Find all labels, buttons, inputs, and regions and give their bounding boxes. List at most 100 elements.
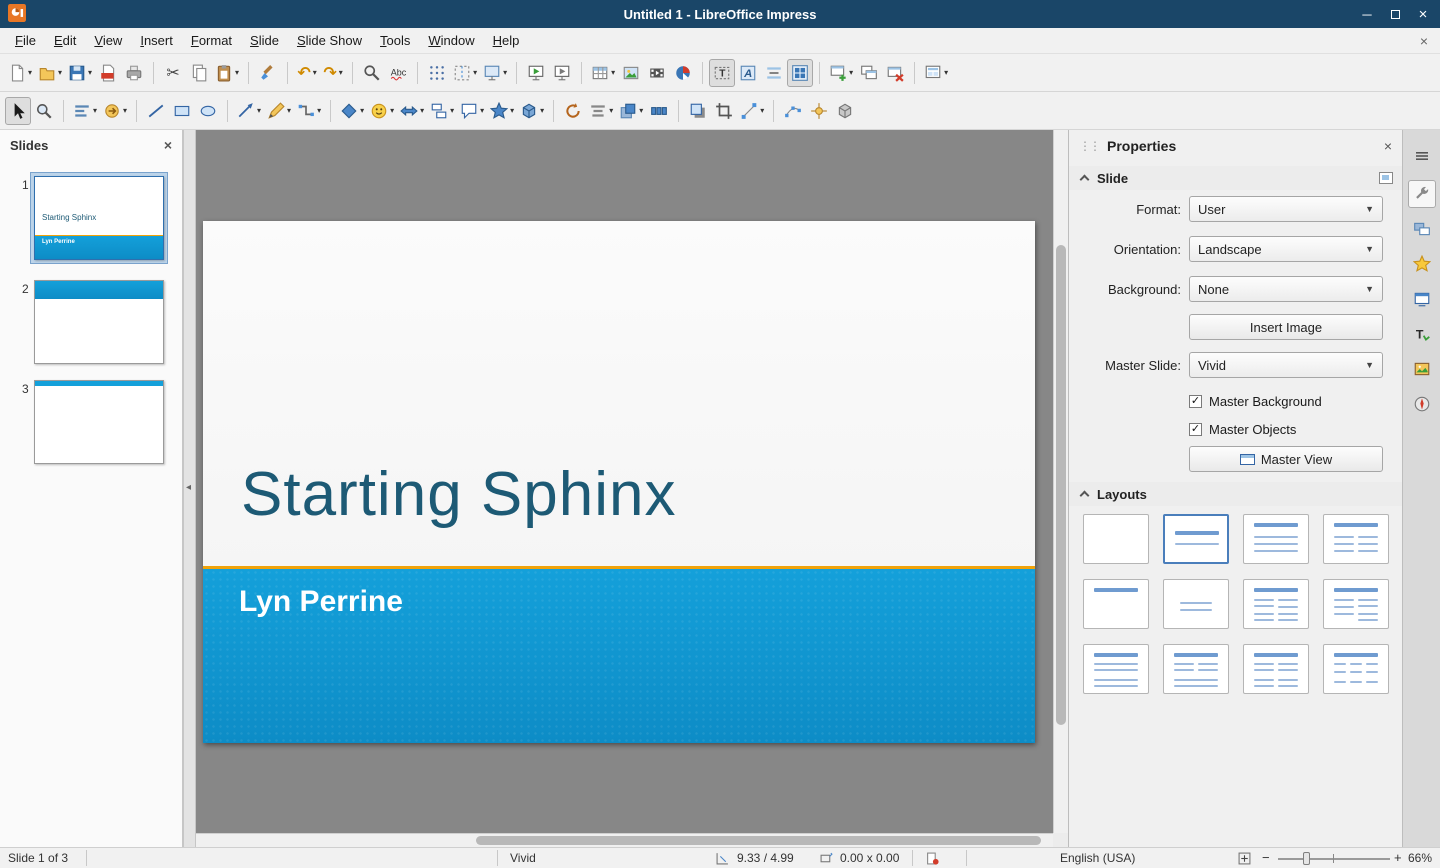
transformations-icon[interactable]: ▾ — [737, 97, 767, 125]
slide-thumbnail-3[interactable] — [34, 380, 164, 464]
distribution-icon[interactable] — [646, 97, 672, 125]
minimize-icon[interactable]: ─ — [1360, 7, 1374, 22]
chevron-down-icon[interactable]: ▼ — [1365, 284, 1374, 294]
master-objects-checkbox[interactable]: ✓ — [1189, 423, 1202, 436]
display-views-dropdown-icon[interactable]: ▾ — [503, 68, 507, 77]
menu-view[interactable]: View — [85, 29, 131, 52]
flowchart-icon[interactable]: ▾ — [427, 97, 457, 125]
orientation-dropdown[interactable]: Landscape ▼ — [1189, 236, 1383, 262]
menu-format[interactable]: Format — [182, 29, 241, 52]
edit-points-icon[interactable] — [780, 97, 806, 125]
glue-points-icon[interactable] — [806, 97, 832, 125]
styles-tab-icon[interactable]: T — [1408, 320, 1436, 348]
menu-help[interactable]: Help — [484, 29, 529, 52]
open-dropdown-icon[interactable]: ▾ — [58, 68, 62, 77]
sidebar-settings-icon[interactable] — [1408, 142, 1436, 170]
background-dropdown[interactable]: None ▼ — [1189, 276, 1383, 302]
crop-image-icon[interactable] — [711, 97, 737, 125]
insert-audio-video-icon[interactable] — [644, 59, 670, 87]
slide-subtitle-text[interactable]: Lyn Perrine — [239, 585, 1035, 619]
stars-dropdown-icon[interactable]: ▾ — [510, 106, 514, 115]
master-slides-tab-icon[interactable] — [1408, 285, 1436, 313]
undo-dropdown-icon[interactable]: ▾ — [313, 68, 317, 77]
display-grid-icon[interactable] — [424, 59, 450, 87]
lines-and-arrows-dropdown-icon[interactable]: ▾ — [257, 106, 261, 115]
callouts-dropdown-icon[interactable]: ▾ — [480, 106, 484, 115]
transformations-dropdown-icon[interactable]: ▾ — [760, 106, 764, 115]
zoom-slider-track[interactable] — [1278, 858, 1390, 860]
align-objects-dropdown-icon[interactable]: ▾ — [93, 106, 97, 115]
slide-section-header[interactable]: Slide — [1069, 166, 1403, 190]
master-slide-dropdown[interactable]: Vivid ▼ — [1189, 352, 1383, 378]
export-pdf-icon[interactable] — [95, 59, 121, 87]
master-slide-name[interactable]: Vivid — [510, 851, 536, 865]
new-slide-icon[interactable]: ▾ — [826, 59, 856, 87]
properties-close-icon[interactable]: × — [1384, 138, 1392, 154]
new-slide-dropdown-icon[interactable]: ▾ — [849, 68, 853, 77]
master-background-checkbox[interactable]: ✓ — [1189, 395, 1202, 408]
select-icon[interactable] — [5, 97, 31, 125]
fit-slide-icon[interactable] — [1238, 852, 1251, 868]
undo-icon[interactable]: ↶▾ — [294, 59, 320, 87]
layout-tile-title-2-content[interactable] — [1323, 514, 1389, 564]
splitter-collapse-icon[interactable]: ◂ — [186, 482, 191, 493]
snap-guides-icon[interactable]: ▾ — [450, 59, 480, 87]
paste-icon[interactable]: ▾ — [212, 59, 242, 87]
navigator-tab-icon[interactable] — [1408, 390, 1436, 418]
new-icon[interactable]: ▾ — [5, 59, 35, 87]
duplicate-slide-icon[interactable] — [856, 59, 882, 87]
insert-fontwork-icon[interactable]: A — [735, 59, 761, 87]
3d-objects-dropdown-icon[interactable]: ▾ — [540, 106, 544, 115]
3d-objects-icon[interactable]: ▾ — [517, 97, 547, 125]
vertical-scrollbar-thumb[interactable] — [1056, 245, 1066, 725]
block-arrows-icon[interactable]: ▾ — [397, 97, 427, 125]
curves-and-polygons-icon[interactable]: ▾ — [264, 97, 294, 125]
spelling-icon[interactable]: Abc — [385, 59, 411, 87]
paste-dropdown-icon[interactable]: ▾ — [235, 68, 239, 77]
menu-tools[interactable]: Tools — [371, 29, 419, 52]
layout-tile-2-content-and-content[interactable] — [1243, 579, 1309, 629]
slide-title-text[interactable]: Starting Sphinx — [241, 459, 676, 530]
layout-tile-title-only[interactable] — [1083, 579, 1149, 629]
align-dropdown-icon[interactable]: ▾ — [609, 106, 613, 115]
menu-file[interactable]: File — [6, 29, 45, 52]
align-objects-icon[interactable]: ▾ — [70, 97, 100, 125]
maximize-icon[interactable] — [1388, 7, 1402, 22]
layout-tile-6-content[interactable] — [1323, 644, 1389, 694]
stars-and-banners-icon[interactable]: ▾ — [487, 97, 517, 125]
panel-splitter[interactable]: ◂ — [183, 130, 196, 847]
symbol-shapes-icon[interactable]: ▾ — [367, 97, 397, 125]
close-document-icon[interactable]: × — [1420, 33, 1428, 49]
connectors-icon[interactable]: ▾ — [294, 97, 324, 125]
more-options-icon[interactable] — [1379, 172, 1393, 184]
redo-dropdown-icon[interactable]: ▾ — [339, 68, 343, 77]
save-icon[interactable]: ▾ — [65, 59, 95, 87]
layout-tile-2-content-over-content[interactable] — [1163, 644, 1229, 694]
align-icon[interactable]: ▾ — [586, 97, 616, 125]
insert-image-button[interactable]: Insert Image — [1189, 314, 1383, 340]
panel-grip-icon[interactable]: ⋮⋮ — [1079, 139, 1099, 153]
display-views-icon[interactable]: ▾ — [480, 59, 510, 87]
callout-shapes-icon[interactable]: ▾ — [457, 97, 487, 125]
open-icon[interactable]: ▾ — [35, 59, 65, 87]
insert-line-icon[interactable] — [143, 97, 169, 125]
language-status[interactable]: English (USA) — [1060, 851, 1135, 865]
layout-tile-4-content[interactable] — [1243, 644, 1309, 694]
basic-shapes-dropdown-icon[interactable]: ▾ — [360, 106, 364, 115]
layout-tile-content-and-2-content[interactable] — [1323, 579, 1389, 629]
delete-slide-icon[interactable] — [882, 59, 908, 87]
slide-subtitle-band[interactable]: Lyn Perrine — [203, 569, 1035, 743]
ellipse-icon[interactable] — [195, 97, 221, 125]
copy-icon[interactable] — [186, 59, 212, 87]
menu-slide[interactable]: Slide — [241, 29, 288, 52]
menu-window[interactable]: Window — [419, 29, 483, 52]
insert-table-icon[interactable]: ▾ — [588, 59, 618, 87]
redo-icon[interactable]: ↷▾ — [320, 59, 346, 87]
layout-tile-title-slide[interactable] — [1163, 514, 1229, 564]
snap-guides-dropdown-icon[interactable]: ▾ — [473, 68, 477, 77]
header-and-footer-icon[interactable] — [761, 59, 787, 87]
rotate-icon[interactable] — [560, 97, 586, 125]
interaction-dropdown-icon[interactable]: ▾ — [123, 106, 127, 115]
horizontal-scrollbar-thumb[interactable] — [476, 836, 1041, 845]
curves-dropdown-icon[interactable]: ▾ — [287, 106, 291, 115]
